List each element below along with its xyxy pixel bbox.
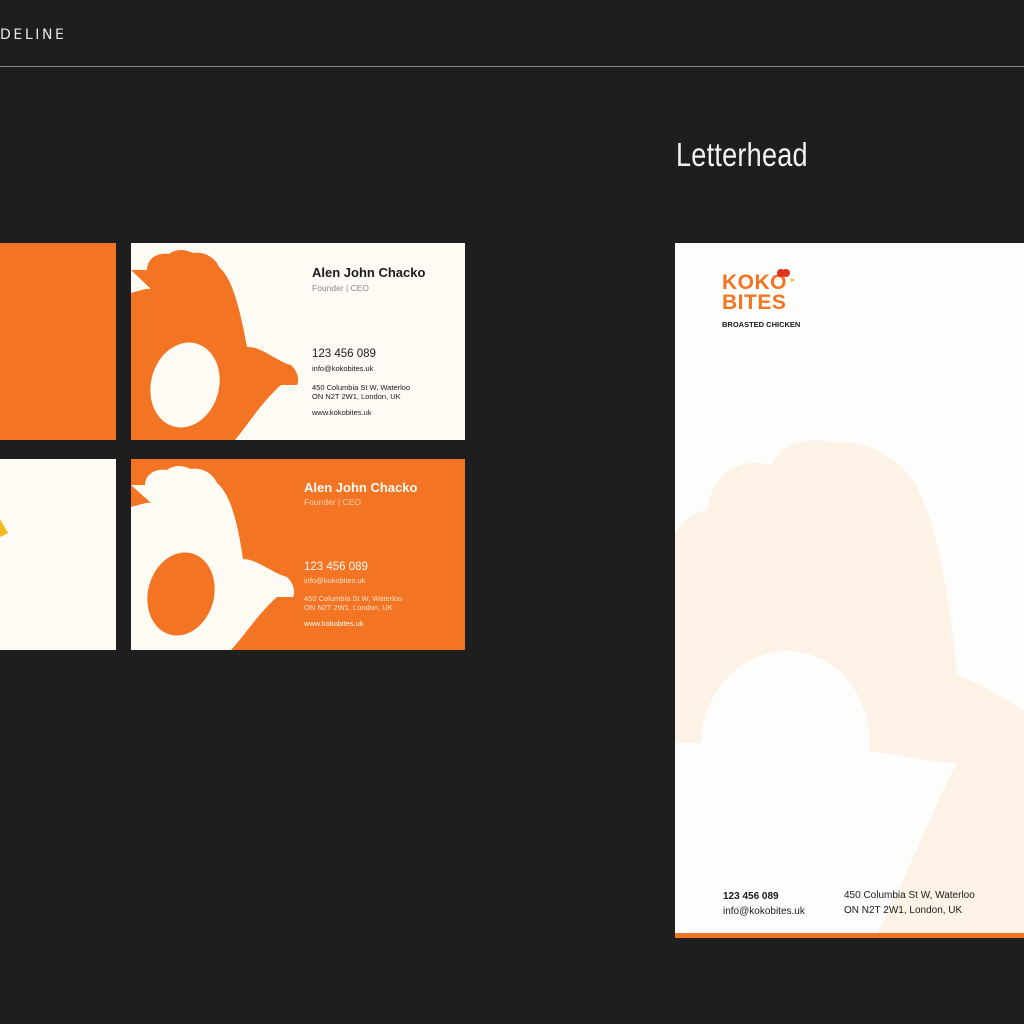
card-website: www.kokobites.uk [312,408,372,417]
card-back-cream-partial [0,459,116,650]
card-address-line2: ON N2T 2W1, London, UK [312,392,401,401]
card-back-orange-partial [0,243,116,440]
chicken-beak-icon [0,519,8,537]
card-address-line2: ON N2T 2W1, London, UK [304,603,393,612]
letterhead-bottom-stripe [675,933,1024,938]
header-divider [0,66,1024,67]
business-card-front-cream: Alen John Chacko Founder | CEO 123 456 0… [131,243,465,440]
page-header-title: DELINE [0,27,67,43]
card-phone: 123 456 089 [304,561,368,573]
card-website: www.kokobites.uk [304,619,364,628]
card-name: Alen John Chacko [304,480,418,495]
card-email: info@kokobites.uk [312,364,374,373]
business-card-front-orange: Alen John Chacko Founder | CEO 123 456 0… [131,459,465,650]
letterhead-address-line2: ON N2T 2W1, London, UK [844,905,963,916]
card-address-line1: 450 Columbia St W, Waterloo [312,383,411,392]
card-address-line1: 450 Columbia St W, Waterloo [304,594,403,603]
chicken-watermark-icon [675,439,1024,938]
rooster-logo-icon [777,269,795,282]
letterhead-email: info@kokobites.uk [723,906,805,917]
card-role: Founder | CEO [312,283,370,293]
card-phone: 123 456 089 [312,348,376,360]
card-role: Founder | CEO [304,497,362,507]
letterhead-page: KOKO BITES BROASTED CHICKEN 123 456 089 … [675,243,1024,938]
card-name: Alen John Chacko [312,265,426,280]
letterhead-phone: 123 456 089 [723,891,779,902]
letterhead-section-title: Letterhead [676,136,808,173]
logo-line-bites: BITES [722,291,787,314]
letterhead-address-line1: 450 Columbia St W, Waterloo [844,890,975,901]
logo-tagline: BROASTED CHICKEN [722,320,801,329]
card-email: info@kokobites.uk [304,576,366,585]
